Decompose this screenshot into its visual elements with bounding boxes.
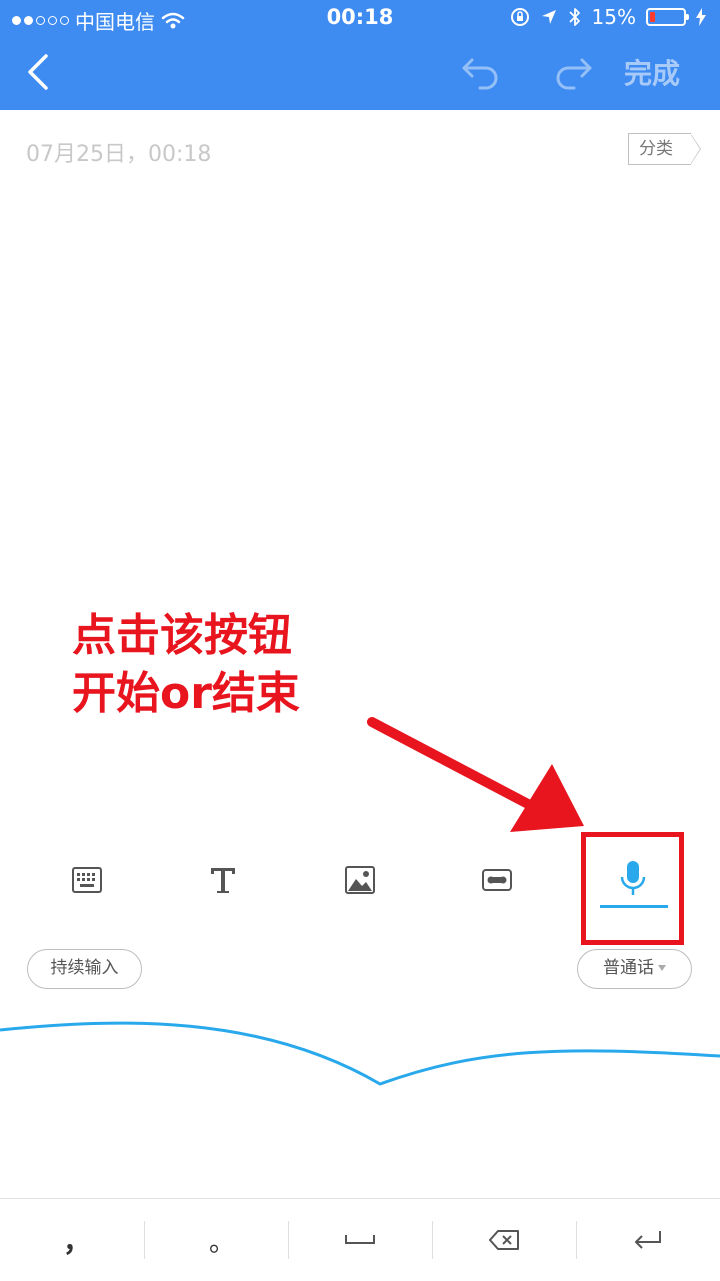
note-datetime: 07月25日，00:18 [26, 142, 212, 167]
space-key[interactable] [288, 1199, 432, 1281]
microphone-button[interactable] [581, 832, 684, 945]
location-icon [541, 10, 556, 24]
dropdown-triangle-icon [658, 965, 666, 971]
charging-icon [696, 8, 706, 26]
period-key[interactable]: 。 [144, 1199, 288, 1281]
annotation-line-1: 点击该按钮 [72, 610, 292, 661]
comma-key[interactable]: ， [0, 1199, 144, 1281]
category-button[interactable]: 分类 [628, 133, 701, 165]
annotation-arrow-icon [367, 717, 584, 832]
backspace-icon [489, 1230, 519, 1250]
tutorial-annotation: 点击该按钮 开始or结束 [72, 607, 300, 723]
undo-icon[interactable] [460, 52, 504, 92]
bluetooth-icon [568, 8, 580, 26]
text-format-icon[interactable] [203, 860, 243, 900]
redo-icon[interactable] [550, 52, 594, 92]
voice-memo-icon[interactable] [477, 860, 517, 900]
image-icon[interactable] [340, 860, 380, 900]
space-icon [345, 1235, 375, 1244]
continuous-input-button[interactable]: 持续输入 [27, 949, 142, 989]
voice-keyboard-row: ， 。 [0, 1198, 720, 1281]
voice-waveform [0, 1021, 720, 1086]
active-tab-indicator [600, 905, 668, 908]
top-bar: 中国电信 00:18 15% 完成 [0, 0, 720, 110]
comma-key-label: ， [62, 1225, 91, 1258]
delete-key[interactable] [432, 1199, 576, 1281]
status-bar: 中国电信 00:18 15% [0, 0, 720, 36]
microphone-icon [620, 861, 646, 895]
language-select[interactable]: 普通话 [577, 949, 692, 989]
annotation-line-2: 开始or结束 [72, 668, 300, 719]
battery-percent: 15% [591, 5, 636, 29]
enter-icon [635, 1231, 661, 1249]
back-icon[interactable] [18, 50, 62, 94]
orientation-lock-icon [510, 8, 529, 26]
battery-icon [646, 8, 689, 26]
keyboard-icon[interactable] [67, 860, 107, 900]
enter-key[interactable] [576, 1199, 720, 1281]
nav-bar: 完成 [0, 36, 720, 110]
language-label: 普通话 [603, 958, 654, 978]
done-button[interactable]: 完成 [624, 52, 680, 92]
period-key-label: 。 [208, 1227, 235, 1258]
status-right: 15% [510, 5, 706, 29]
